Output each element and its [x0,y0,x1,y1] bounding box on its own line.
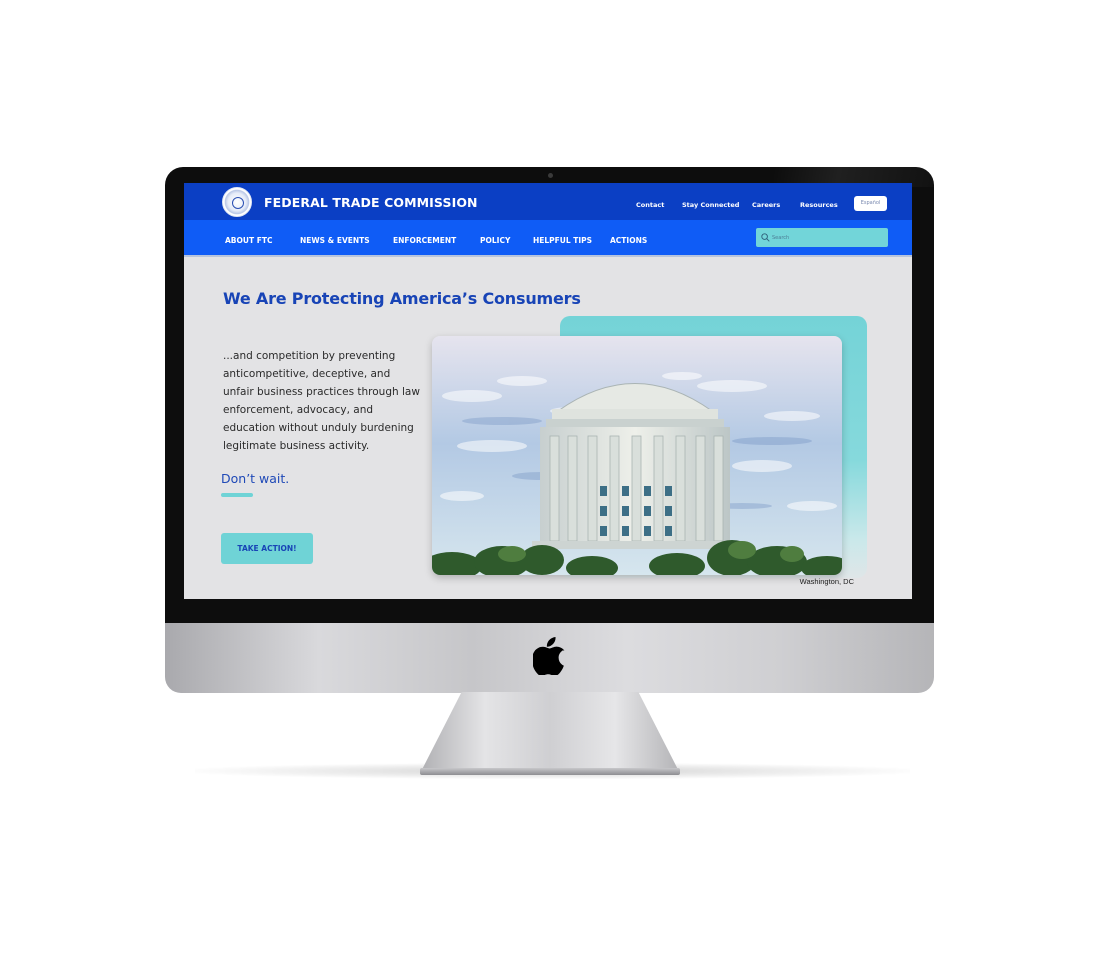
contact-link[interactable]: Contact [636,201,664,209]
tagline: Don’t wait. [221,471,290,486]
careers-link[interactable]: Careers [752,201,780,209]
nav-item-policy[interactable]: POLICY [480,236,510,245]
apple-logo-icon [533,637,565,675]
hero-description: ...and competition by preventing anticom… [223,350,420,452]
nav-item-actions[interactable]: ACTIONS [610,236,647,245]
screen: FEDERAL TRADE COMMISSION Contact Stay Co… [184,183,912,599]
monitor-stand-base [420,768,680,775]
resources-link[interactable]: Resources [800,201,838,209]
take-action-button[interactable]: TAKE ACTION! [221,533,313,564]
nav-item-enforcement[interactable]: ENFORCEMENT [393,236,456,245]
ftc-seal-icon[interactable] [222,187,252,217]
building-illustration [432,336,842,575]
stay-connected-link[interactable]: Stay Connected [682,201,739,209]
image-caption: Washington, DC [799,577,854,586]
page-title: We Are Protecting America’s Consumers [223,289,581,308]
search-input[interactable] [772,232,882,243]
nav-item-helpful-tips[interactable]: HELPFUL TIPS [533,236,592,245]
main-nav: ABOUT FTC NEWS & EVENTS ENFORCEMENT POLI… [184,220,912,257]
search-icon[interactable] [761,233,770,242]
language-toggle-button[interactable]: Español [854,196,887,211]
search-box [756,228,888,247]
top-bar: FEDERAL TRADE COMMISSION Contact Stay Co… [184,183,912,220]
ftc-building-photo [432,336,842,575]
nav-item-about[interactable]: ABOUT FTC [225,236,272,245]
nav-item-news-events[interactable]: NEWS & EVENTS [300,236,370,245]
monitor-stand [420,692,680,774]
agency-name[interactable]: FEDERAL TRADE COMMISSION [264,195,478,210]
tagline-underline [221,493,253,497]
camera-dot [548,173,553,178]
